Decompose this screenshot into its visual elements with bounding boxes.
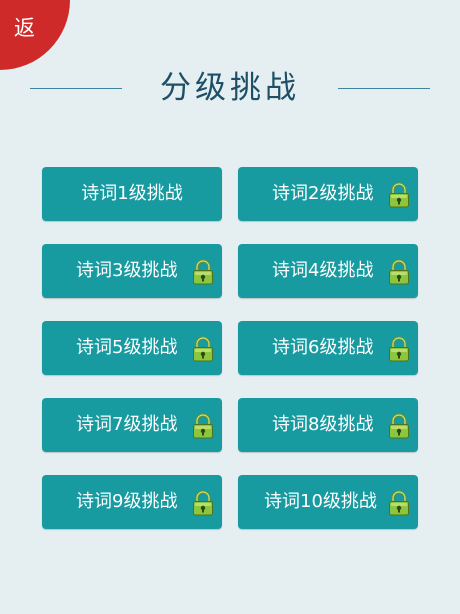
lock-icon — [388, 336, 410, 362]
page-header: 分级挑战 — [0, 66, 460, 110]
level-2-label: 诗词2级挑战 — [272, 183, 374, 204]
level-7-label: 诗词7级挑战 — [76, 414, 178, 435]
lock-icon — [388, 259, 410, 285]
level-5-button[interactable]: 诗词5级挑战 — [42, 321, 222, 375]
level-10-button[interactable]: 诗词10级挑战 — [238, 475, 418, 529]
level-2-button[interactable]: 诗词2级挑战 — [238, 167, 418, 221]
level-7-button[interactable]: 诗词7级挑战 — [42, 398, 222, 452]
back-button[interactable]: 返 — [0, 0, 70, 70]
level-8-button[interactable]: 诗词8级挑战 — [238, 398, 418, 452]
level-4-button[interactable]: 诗词4级挑战 — [238, 244, 418, 298]
level-1-button[interactable]: 诗词1级挑战 — [42, 167, 222, 221]
title-divider-right — [338, 88, 430, 89]
lock-icon — [388, 182, 410, 208]
lock-icon — [388, 490, 410, 516]
lock-icon — [192, 490, 214, 516]
title-divider-left — [30, 88, 122, 89]
lock-icon — [192, 413, 214, 439]
level-3-button[interactable]: 诗词3级挑战 — [42, 244, 222, 298]
level-9-label: 诗词9级挑战 — [76, 491, 178, 512]
level-4-label: 诗词4级挑战 — [272, 260, 374, 281]
level-5-label: 诗词5级挑战 — [76, 337, 178, 358]
level-6-label: 诗词6级挑战 — [272, 337, 374, 358]
level-3-label: 诗词3级挑战 — [76, 260, 178, 281]
page-title: 分级挑战 — [160, 70, 300, 106]
lock-icon — [192, 259, 214, 285]
level-1-label: 诗词1级挑战 — [81, 183, 183, 204]
level-8-label: 诗词8级挑战 — [272, 414, 374, 435]
lock-icon — [192, 336, 214, 362]
level-9-button[interactable]: 诗词9级挑战 — [42, 475, 222, 529]
level-10-label: 诗词10级挑战 — [264, 491, 377, 512]
level-6-button[interactable]: 诗词6级挑战 — [238, 321, 418, 375]
lock-icon — [388, 413, 410, 439]
back-button-label: 返 — [14, 16, 35, 40]
